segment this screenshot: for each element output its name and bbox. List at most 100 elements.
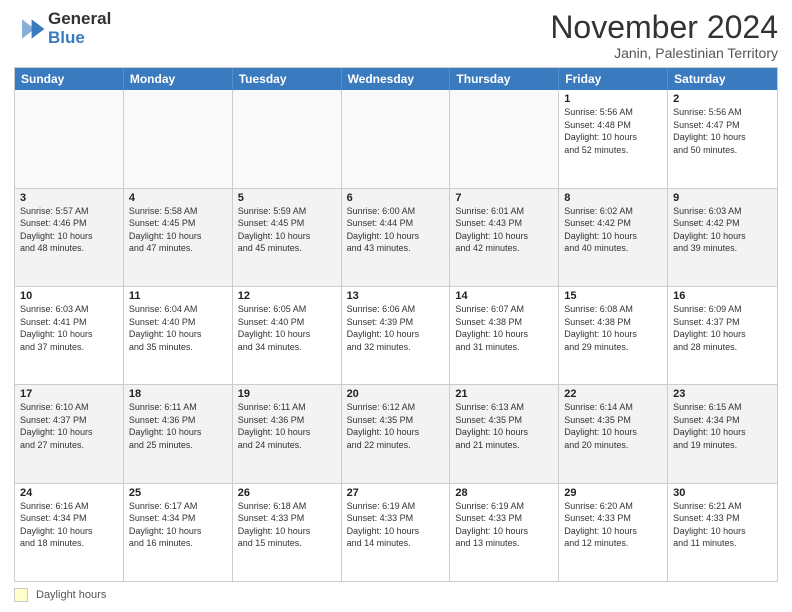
calendar-cell: 1Sunrise: 5:56 AM Sunset: 4:48 PM Daylig… xyxy=(559,90,668,187)
calendar-cell: 19Sunrise: 6:11 AM Sunset: 4:36 PM Dayli… xyxy=(233,385,342,482)
calendar-cell: 5Sunrise: 5:59 AM Sunset: 4:45 PM Daylig… xyxy=(233,189,342,286)
calendar-cell xyxy=(342,90,451,187)
calendar-cell: 11Sunrise: 6:04 AM Sunset: 4:40 PM Dayli… xyxy=(124,287,233,384)
calendar-cell: 15Sunrise: 6:08 AM Sunset: 4:38 PM Dayli… xyxy=(559,287,668,384)
calendar-cell: 21Sunrise: 6:13 AM Sunset: 4:35 PM Dayli… xyxy=(450,385,559,482)
calendar-cell: 20Sunrise: 6:12 AM Sunset: 4:35 PM Dayli… xyxy=(342,385,451,482)
day-info: Sunrise: 6:04 AM Sunset: 4:40 PM Dayligh… xyxy=(129,303,227,353)
header-day-tuesday: Tuesday xyxy=(233,68,342,90)
header-day-thursday: Thursday xyxy=(450,68,559,90)
calendar-row-2: 10Sunrise: 6:03 AM Sunset: 4:41 PM Dayli… xyxy=(15,286,777,384)
day-number: 28 xyxy=(455,487,553,499)
logo: General Blue xyxy=(14,10,111,47)
day-number: 20 xyxy=(347,388,445,400)
calendar-cell: 16Sunrise: 6:09 AM Sunset: 4:37 PM Dayli… xyxy=(668,287,777,384)
calendar-cell: 27Sunrise: 6:19 AM Sunset: 4:33 PM Dayli… xyxy=(342,484,451,581)
day-info: Sunrise: 5:59 AM Sunset: 4:45 PM Dayligh… xyxy=(238,205,336,255)
logo-blue: Blue xyxy=(48,29,111,48)
day-number: 21 xyxy=(455,388,553,400)
legend-label: Daylight hours xyxy=(36,589,106,601)
day-number: 26 xyxy=(238,487,336,499)
calendar-cell: 23Sunrise: 6:15 AM Sunset: 4:34 PM Dayli… xyxy=(668,385,777,482)
calendar-cell: 29Sunrise: 6:20 AM Sunset: 4:33 PM Dayli… xyxy=(559,484,668,581)
calendar-cell: 26Sunrise: 6:18 AM Sunset: 4:33 PM Dayli… xyxy=(233,484,342,581)
day-info: Sunrise: 5:58 AM Sunset: 4:45 PM Dayligh… xyxy=(129,205,227,255)
calendar-body: 1Sunrise: 5:56 AM Sunset: 4:48 PM Daylig… xyxy=(15,90,777,581)
calendar-cell: 7Sunrise: 6:01 AM Sunset: 4:43 PM Daylig… xyxy=(450,189,559,286)
day-number: 3 xyxy=(20,192,118,204)
day-number: 2 xyxy=(673,93,772,105)
day-info: Sunrise: 6:02 AM Sunset: 4:42 PM Dayligh… xyxy=(564,205,662,255)
calendar-header: SundayMondayTuesdayWednesdayThursdayFrid… xyxy=(15,68,777,90)
header-day-sunday: Sunday xyxy=(15,68,124,90)
day-info: Sunrise: 6:08 AM Sunset: 4:38 PM Dayligh… xyxy=(564,303,662,353)
calendar-row-0: 1Sunrise: 5:56 AM Sunset: 4:48 PM Daylig… xyxy=(15,90,777,187)
day-info: Sunrise: 6:03 AM Sunset: 4:41 PM Dayligh… xyxy=(20,303,118,353)
day-number: 7 xyxy=(455,192,553,204)
header-day-friday: Friday xyxy=(559,68,668,90)
day-number: 5 xyxy=(238,192,336,204)
day-number: 19 xyxy=(238,388,336,400)
logo-text: General Blue xyxy=(48,10,111,47)
day-info: Sunrise: 6:07 AM Sunset: 4:38 PM Dayligh… xyxy=(455,303,553,353)
day-number: 23 xyxy=(673,388,772,400)
calendar-row-3: 17Sunrise: 6:10 AM Sunset: 4:37 PM Dayli… xyxy=(15,384,777,482)
calendar-cell: 13Sunrise: 6:06 AM Sunset: 4:39 PM Dayli… xyxy=(342,287,451,384)
day-number: 18 xyxy=(129,388,227,400)
legend-box xyxy=(14,588,28,602)
calendar-cell: 8Sunrise: 6:02 AM Sunset: 4:42 PM Daylig… xyxy=(559,189,668,286)
calendar-row-1: 3Sunrise: 5:57 AM Sunset: 4:46 PM Daylig… xyxy=(15,188,777,286)
calendar-cell: 12Sunrise: 6:05 AM Sunset: 4:40 PM Dayli… xyxy=(233,287,342,384)
header: General Blue November 2024 Janin, Palest… xyxy=(14,10,778,61)
calendar-cell xyxy=(15,90,124,187)
day-number: 1 xyxy=(564,93,662,105)
day-info: Sunrise: 6:19 AM Sunset: 4:33 PM Dayligh… xyxy=(455,500,553,550)
day-number: 12 xyxy=(238,290,336,302)
calendar-cell xyxy=(450,90,559,187)
day-info: Sunrise: 6:12 AM Sunset: 4:35 PM Dayligh… xyxy=(347,401,445,451)
calendar-cell xyxy=(124,90,233,187)
day-number: 16 xyxy=(673,290,772,302)
calendar-cell: 10Sunrise: 6:03 AM Sunset: 4:41 PM Dayli… xyxy=(15,287,124,384)
day-number: 8 xyxy=(564,192,662,204)
calendar-cell: 9Sunrise: 6:03 AM Sunset: 4:42 PM Daylig… xyxy=(668,189,777,286)
calendar-row-4: 24Sunrise: 6:16 AM Sunset: 4:34 PM Dayli… xyxy=(15,483,777,581)
day-number: 13 xyxy=(347,290,445,302)
day-info: Sunrise: 6:13 AM Sunset: 4:35 PM Dayligh… xyxy=(455,401,553,451)
calendar-cell: 25Sunrise: 6:17 AM Sunset: 4:34 PM Dayli… xyxy=(124,484,233,581)
day-number: 17 xyxy=(20,388,118,400)
day-info: Sunrise: 6:11 AM Sunset: 4:36 PM Dayligh… xyxy=(238,401,336,451)
day-info: Sunrise: 6:11 AM Sunset: 4:36 PM Dayligh… xyxy=(129,401,227,451)
day-info: Sunrise: 6:16 AM Sunset: 4:34 PM Dayligh… xyxy=(20,500,118,550)
day-number: 14 xyxy=(455,290,553,302)
calendar-cell: 18Sunrise: 6:11 AM Sunset: 4:36 PM Dayli… xyxy=(124,385,233,482)
calendar-cell: 3Sunrise: 5:57 AM Sunset: 4:46 PM Daylig… xyxy=(15,189,124,286)
day-number: 9 xyxy=(673,192,772,204)
calendar-cell: 28Sunrise: 6:19 AM Sunset: 4:33 PM Dayli… xyxy=(450,484,559,581)
month-title: November 2024 xyxy=(550,10,778,45)
legend: Daylight hours xyxy=(14,588,778,602)
day-number: 30 xyxy=(673,487,772,499)
day-info: Sunrise: 6:06 AM Sunset: 4:39 PM Dayligh… xyxy=(347,303,445,353)
day-info: Sunrise: 6:03 AM Sunset: 4:42 PM Dayligh… xyxy=(673,205,772,255)
logo-general: General xyxy=(48,10,111,29)
calendar-cell: 24Sunrise: 6:16 AM Sunset: 4:34 PM Dayli… xyxy=(15,484,124,581)
day-number: 11 xyxy=(129,290,227,302)
day-info: Sunrise: 6:17 AM Sunset: 4:34 PM Dayligh… xyxy=(129,500,227,550)
day-info: Sunrise: 6:09 AM Sunset: 4:37 PM Dayligh… xyxy=(673,303,772,353)
day-number: 27 xyxy=(347,487,445,499)
page: General Blue November 2024 Janin, Palest… xyxy=(0,0,792,612)
day-info: Sunrise: 6:21 AM Sunset: 4:33 PM Dayligh… xyxy=(673,500,772,550)
day-info: Sunrise: 6:10 AM Sunset: 4:37 PM Dayligh… xyxy=(20,401,118,451)
day-number: 4 xyxy=(129,192,227,204)
day-number: 6 xyxy=(347,192,445,204)
day-number: 15 xyxy=(564,290,662,302)
header-day-wednesday: Wednesday xyxy=(342,68,451,90)
calendar-cell xyxy=(233,90,342,187)
header-day-monday: Monday xyxy=(124,68,233,90)
day-info: Sunrise: 5:56 AM Sunset: 4:47 PM Dayligh… xyxy=(673,106,772,156)
day-number: 10 xyxy=(20,290,118,302)
title-block: November 2024 Janin, Palestinian Territo… xyxy=(550,10,778,61)
day-info: Sunrise: 6:01 AM Sunset: 4:43 PM Dayligh… xyxy=(455,205,553,255)
day-number: 25 xyxy=(129,487,227,499)
